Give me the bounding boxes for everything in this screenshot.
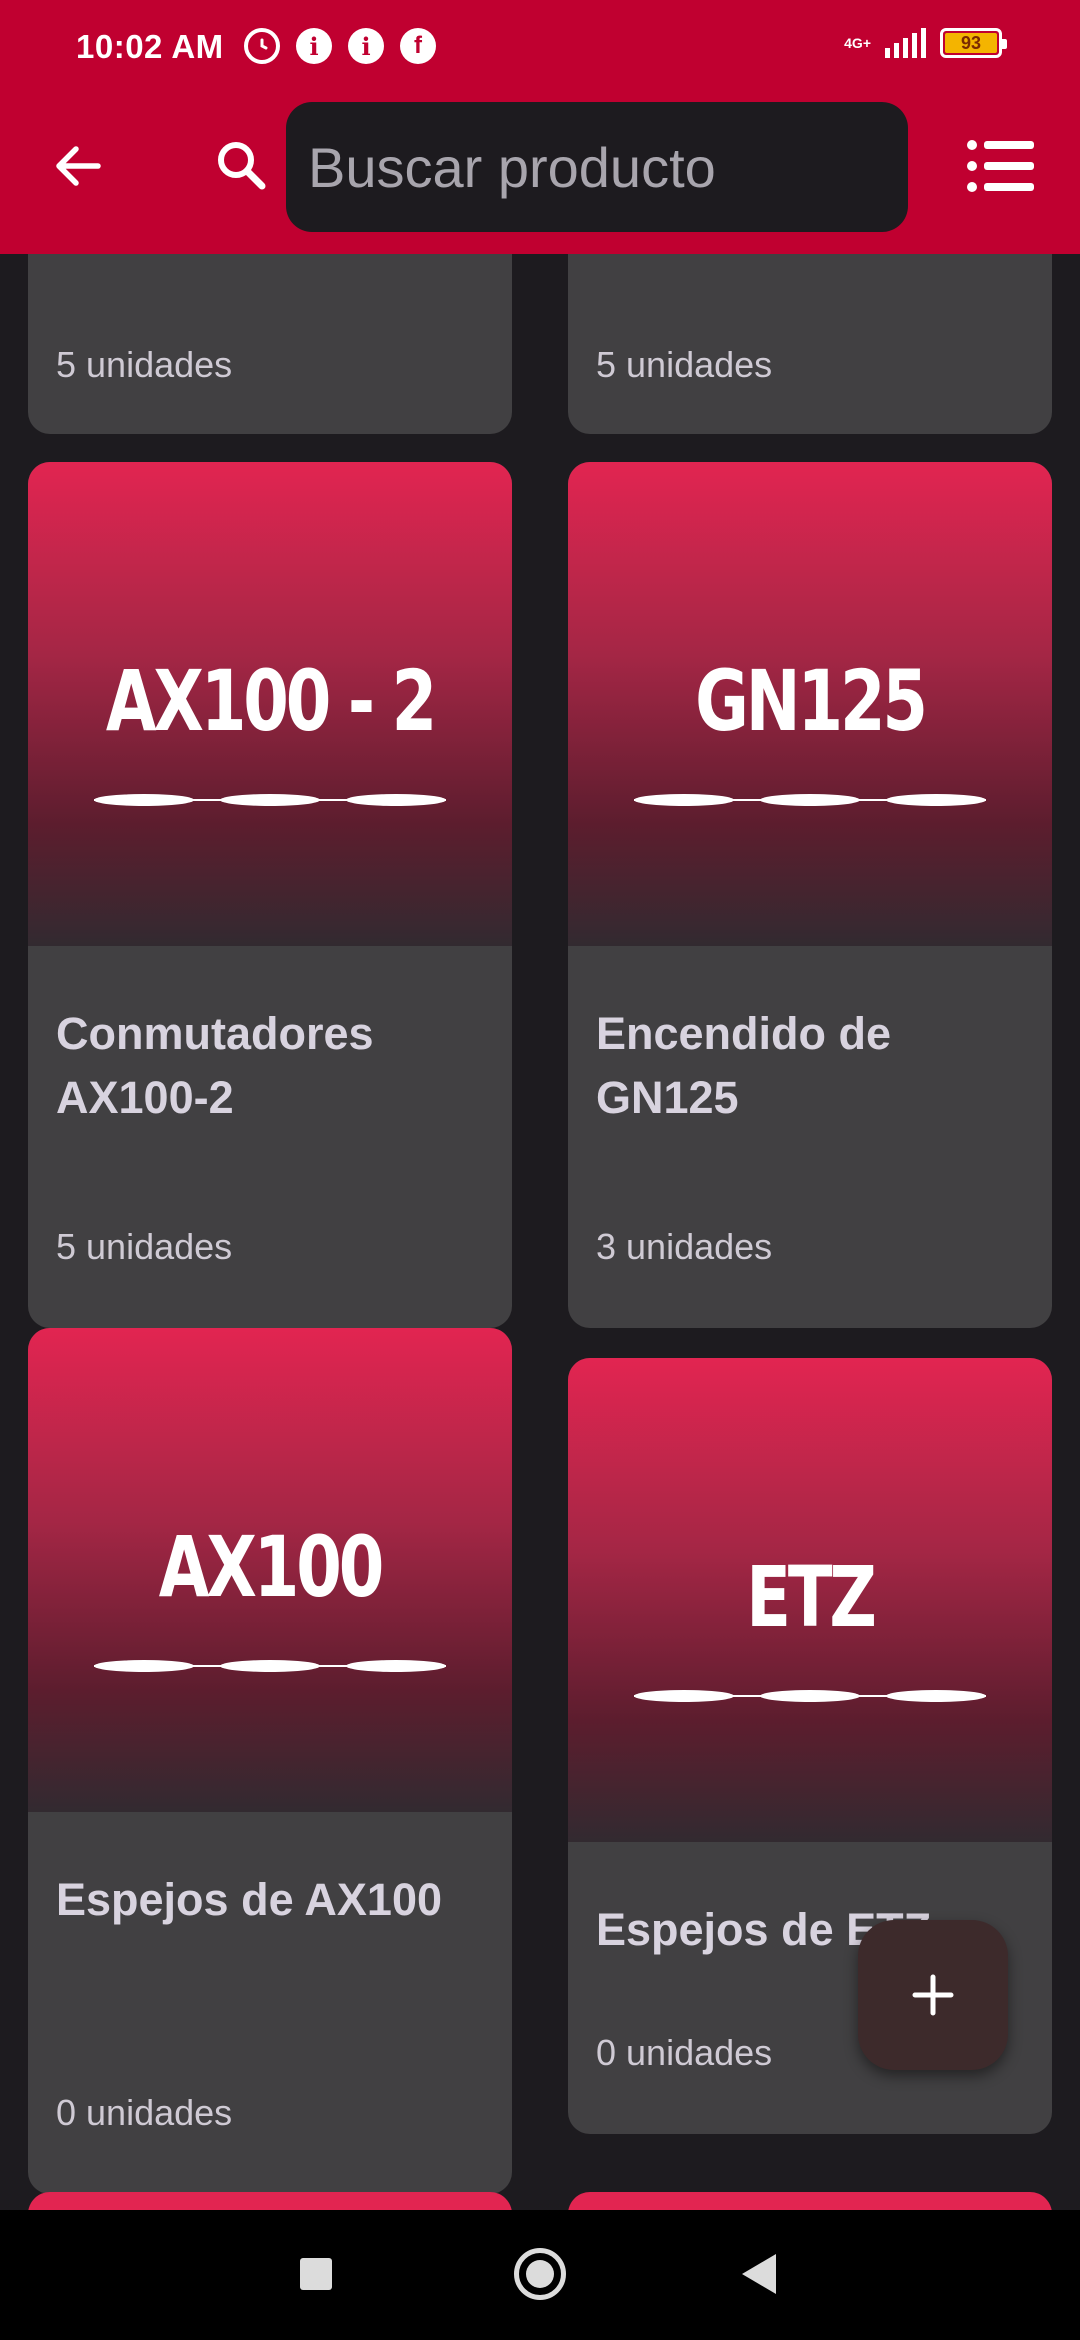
product-quantity: 0 unidades: [596, 2032, 773, 2073]
battery-icon: 93: [940, 28, 1007, 58]
logo-underline: [94, 794, 446, 806]
product-grid: 5 unidades 5 unidades AX100 - 2 Conmutad…: [0, 254, 1080, 2210]
product-quantity: 5 unidades: [56, 344, 233, 385]
product-quantity: 0 unidades: [56, 2092, 233, 2133]
logo-underline: [94, 1660, 446, 1672]
product-card[interactable]: AX100 - 2 Conmutadores AX100-2 5 unidade…: [28, 462, 512, 1328]
battery-level: 93: [945, 33, 997, 53]
info-icon: i: [296, 28, 332, 64]
product-card[interactable]: [28, 2192, 512, 2210]
product-name: Encendido de GN125: [596, 1008, 892, 1123]
product-brand-logo: AX100 - 2: [105, 652, 437, 750]
product-card[interactable]: 5 unidades: [28, 254, 512, 434]
system-indicators: 4G+ 93: [844, 28, 1007, 58]
product-image: AX100 - 2: [28, 462, 512, 946]
home-icon[interactable]: [514, 2248, 566, 2300]
product-name: Espejos de AX100: [56, 1874, 443, 1925]
top-app-bar: [0, 96, 1080, 254]
facebook-icon: f: [400, 28, 436, 64]
status-time: 10:02 AM: [76, 28, 224, 65]
notification-icons: i i f: [244, 28, 436, 64]
alarm-icon: [244, 28, 280, 64]
product-quantity: 3 unidades: [596, 1226, 773, 1267]
search-icon[interactable]: [212, 136, 272, 196]
product-image: ETZ: [568, 1358, 1052, 1842]
logo-underline: [634, 794, 986, 806]
search-input[interactable]: [308, 102, 888, 232]
product-card[interactable]: 5 unidades: [568, 254, 1052, 434]
product-quantity: 5 unidades: [596, 344, 773, 385]
product-card[interactable]: AX100 Espejos de AX100 0 unidades: [28, 1328, 512, 2194]
product-name: Conmutadores AX100-2: [56, 1008, 374, 1123]
product-card[interactable]: GN125 Encendido de GN125 3 unidades: [568, 462, 1052, 1328]
list-menu-icon[interactable]: [966, 136, 1036, 196]
system-navigation-bar: [0, 2210, 1080, 2340]
product-quantity: 5 unidades: [56, 1226, 233, 1267]
add-product-button[interactable]: [858, 1920, 1008, 2070]
back-arrow-icon[interactable]: [48, 136, 108, 196]
product-brand-logo: AX100: [158, 1518, 385, 1616]
back-triangle-icon[interactable]: [742, 2254, 776, 2294]
product-image: GN125: [568, 462, 1052, 946]
plus-icon: [912, 1974, 954, 2016]
recent-apps-icon[interactable]: [300, 2258, 332, 2290]
product-brand-logo: GN125: [695, 652, 928, 750]
status-bar: 10:02 AM i i f 4G+ 93: [0, 0, 1080, 96]
search-box[interactable]: [286, 102, 908, 232]
product-image: AX100: [28, 1328, 512, 1812]
product-brand-logo: ETZ: [746, 1548, 877, 1646]
signal-icon: [885, 28, 926, 58]
network-type: 4G+: [844, 35, 871, 51]
product-card[interactable]: [568, 2192, 1052, 2210]
logo-underline: [634, 1690, 986, 1702]
info-icon: i: [348, 28, 384, 64]
